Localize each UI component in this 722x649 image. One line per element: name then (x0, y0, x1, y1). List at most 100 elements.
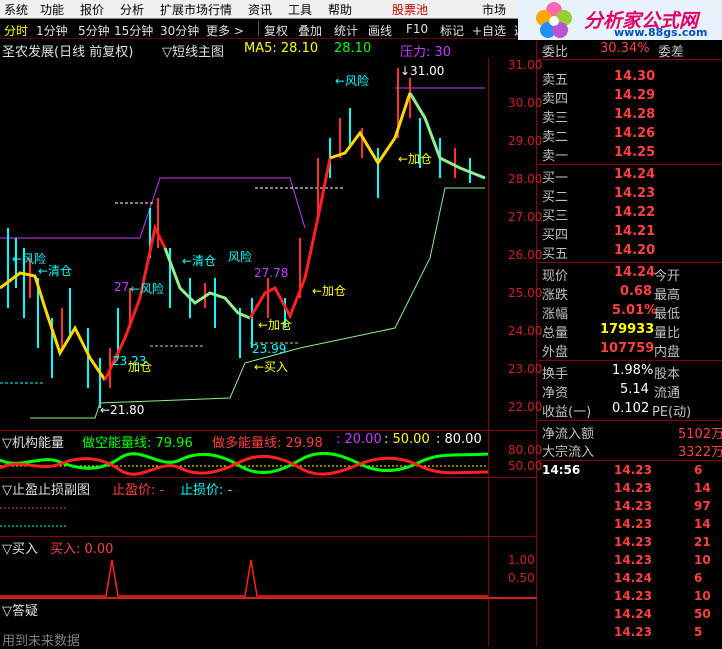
stat-label: 股本 (654, 367, 681, 382)
tick-volume: 10 (694, 589, 711, 603)
level-50: : 50.00 (384, 432, 430, 447)
stat-label: 换手 (542, 367, 569, 382)
menu-analysis[interactable]: 分析 (120, 1, 144, 18)
sell-row[interactable]: 卖一 14.25 (538, 144, 722, 164)
buy-row[interactable]: 买一 14.24 (538, 166, 722, 186)
buy-price: 14.21 (614, 224, 656, 239)
flow-row: 大宗流入 3322万 (538, 440, 722, 460)
tab-timeshare[interactable]: 分时 (4, 22, 28, 39)
buy-y-label: 0.50 (508, 571, 535, 585)
buy-panel-title[interactable]: ▽买入 (2, 538, 38, 557)
bid-ratio-row: 委比 30.34% 委差 (538, 40, 722, 60)
tab-1min[interactable]: 1分钟 (36, 22, 68, 39)
stat-value: 0.68 (620, 284, 653, 299)
buy-row[interactable]: 买二 14.23 (538, 185, 722, 205)
sell-row[interactable]: 卖五 14.30 (538, 68, 722, 88)
stat-label: 内盘 (654, 345, 681, 360)
bid-ratio-label: 委比 (542, 45, 569, 60)
tab-5min[interactable]: 5分钟 (78, 22, 110, 39)
price-label: 27 (114, 280, 130, 294)
menu-function[interactable]: 功能 (40, 1, 64, 18)
tick-price: 14.24 (614, 571, 652, 585)
buy-price: 14.20 (614, 243, 656, 258)
clear-position-label: ←清仓 (182, 254, 217, 268)
stat-label: 量比 (654, 326, 681, 341)
flow-value: 3322万 (678, 445, 722, 460)
statistics-button[interactable]: 统计 (334, 22, 358, 39)
long-energy-value: 做多能量线: 29.98 (212, 436, 323, 451)
stat-label: 净资 (542, 386, 569, 401)
tick-volume: 21 (694, 535, 711, 549)
risk-label: ←风险 (130, 282, 165, 296)
add-favorite-button[interactable]: +自选 (472, 22, 506, 39)
mark-button[interactable]: 标记 (440, 22, 464, 39)
main-kline-chart[interactable] (0, 58, 490, 428)
f10-button[interactable]: F10 (406, 22, 428, 36)
add-position-label: ←加仓 (398, 152, 433, 166)
buy-row[interactable]: 买五 14.20 (538, 242, 722, 262)
flower-icon (536, 2, 572, 38)
logo-url: www.88gs.com (614, 26, 708, 39)
flow-row: 净流入额 5102万 (538, 422, 722, 442)
panel-separator (0, 430, 537, 431)
menu-help[interactable]: 帮助 (328, 1, 352, 18)
stat-row: 收益(一) 0.102 PE(动) (538, 400, 722, 420)
price-label: 23.99 (252, 342, 287, 356)
menu-market[interactable]: 市场 (482, 1, 506, 18)
stat-row: 总量 179933 量比 (538, 321, 722, 341)
menu-system[interactable]: 系统 (4, 1, 28, 18)
tick-price: 14.23 (614, 535, 652, 549)
qa-panel-title[interactable]: ▽答疑 (2, 600, 38, 619)
energy-panel-title[interactable]: ▽机构能量 (2, 432, 64, 451)
price-label: 27.78 (254, 266, 289, 280)
divider (538, 59, 722, 60)
sell-row[interactable]: 卖三 14.28 (538, 106, 722, 126)
tick-row: 14:56 14.23 6 (538, 462, 722, 480)
tick-row: 14.23 14 (538, 480, 722, 498)
buy-price: 14.23 (614, 186, 656, 201)
menu-tools[interactable]: 工具 (288, 1, 312, 18)
overlay-button[interactable]: 叠加 (298, 22, 322, 39)
stat-label: 涨跌 (542, 288, 569, 303)
tick-volume: 6 (694, 463, 703, 477)
tick-row: 14.24 50 (538, 606, 722, 624)
stat-label: 总量 (542, 326, 569, 341)
stop-panel-title[interactable]: ▽止盈止损副图 (2, 479, 90, 498)
menu-news[interactable]: 资讯 (248, 1, 272, 18)
bid-ratio-value: 30.34% (600, 41, 650, 56)
menu-stock-pool[interactable]: 股票池 (392, 1, 428, 18)
divider (538, 460, 722, 461)
tick-row: 14.23 5 (538, 624, 722, 642)
menu-extended-market[interactable]: 扩展市场行情 (160, 1, 232, 18)
adjust-button[interactable]: 复权 (264, 22, 288, 39)
menu-quote[interactable]: 报价 (80, 1, 104, 18)
high-price-label: ↓31.00 (400, 64, 445, 78)
buy-price: 14.22 (614, 205, 656, 220)
buy-row[interactable]: 买四 14.21 (538, 223, 722, 243)
stat-row: 换手 1.98% 股本 (538, 362, 722, 382)
stat-row: 外盘 107759 内盘 (538, 340, 722, 360)
tab-15min[interactable]: 15分钟 (114, 22, 153, 39)
stop-loss-value: 止损价: - (180, 483, 233, 498)
sell-row[interactable]: 卖二 14.26 (538, 125, 722, 145)
buy-level-label: 买五 (542, 247, 569, 262)
energy-chart[interactable] (0, 452, 490, 476)
stat-label: 收益(一) (542, 405, 592, 420)
tick-row: 14.23 97 (538, 498, 722, 516)
buy-price: 14.24 (614, 167, 656, 182)
tab-more[interactable]: 更多 > (206, 22, 244, 39)
draw-line-button[interactable]: 画线 (368, 22, 392, 39)
stat-row: 涨跌 0.68 最高 (538, 283, 722, 303)
tick-volume: 10 (694, 553, 711, 567)
sell-row[interactable]: 卖四 14.29 (538, 87, 722, 107)
tab-30min[interactable]: 30分钟 (160, 22, 199, 39)
tick-time: 14:56 (542, 463, 581, 477)
tick-price: 14.23 (614, 589, 652, 603)
buy-row[interactable]: 买三 14.22 (538, 204, 722, 224)
buy-label: ←买入 (254, 360, 289, 374)
stat-value: 1.98% (612, 363, 654, 378)
sell-price: 14.30 (614, 69, 656, 84)
panel-separator (0, 477, 537, 478)
tick-price: 14.24 (614, 607, 652, 621)
stat-value: 5.01% (612, 303, 658, 318)
